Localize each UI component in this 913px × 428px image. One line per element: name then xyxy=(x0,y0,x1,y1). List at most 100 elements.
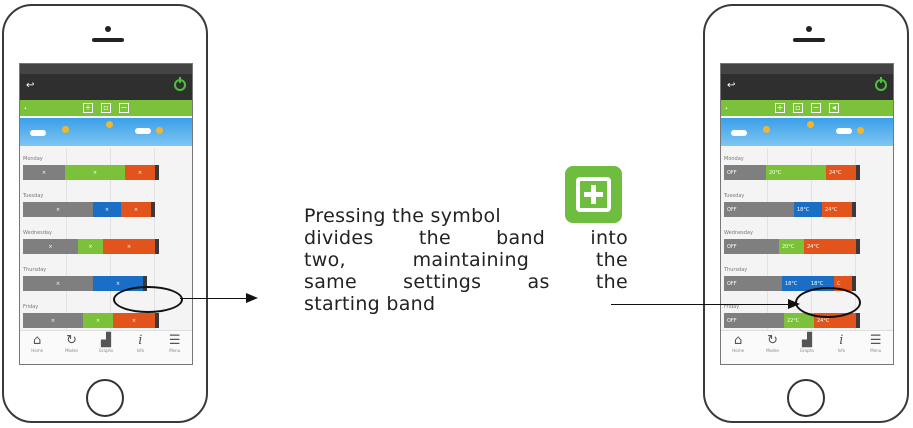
camera xyxy=(806,26,812,32)
minus-button[interactable]: − xyxy=(811,103,821,113)
day-label: Wednesday xyxy=(23,230,52,236)
band-end-handle[interactable] xyxy=(852,276,856,291)
schedule-band[interactable]: OFF 18°C 24°C xyxy=(724,202,890,217)
band-segment[interactable]: OFF xyxy=(724,239,779,254)
band-segment[interactable]: 18°C xyxy=(794,202,822,217)
nav-info[interactable]: i Info xyxy=(827,333,855,354)
nav-menu[interactable]: ☰ Menu xyxy=(862,334,890,354)
square-button[interactable]: ▫ xyxy=(793,103,803,113)
graphs-icon: ▟ xyxy=(801,333,812,348)
nav-modes[interactable]: ↻ Modes xyxy=(759,333,787,354)
camera xyxy=(105,26,111,32)
band-end-handle[interactable] xyxy=(856,165,860,180)
band-segment[interactable]: × xyxy=(103,239,155,254)
square-button[interactable]: ▫ xyxy=(101,103,111,113)
schedule-band[interactable]: OFF 20°C 24°C xyxy=(724,165,890,180)
band-segment[interactable]: OFF xyxy=(724,313,784,328)
sun-icon xyxy=(62,126,69,133)
band-segment[interactable]: × xyxy=(23,313,83,328)
schedule-band[interactable]: × × × xyxy=(23,165,189,180)
power-icon[interactable] xyxy=(875,77,887,91)
nav-info[interactable]: i Info xyxy=(126,334,154,354)
caption-line-4: same settings as the xyxy=(304,271,628,293)
band-segment[interactable]: × xyxy=(23,202,93,217)
home-icon: ⌂ xyxy=(33,333,42,348)
speaker xyxy=(793,38,825,42)
caption-line-3: two, maintaining the xyxy=(304,249,628,271)
cloud-icon xyxy=(135,128,151,134)
nav-menu[interactable]: ☰ Menu xyxy=(161,334,189,354)
back-arrow-icon[interactable]: ↩ xyxy=(26,80,34,91)
band-segment[interactable]: × xyxy=(125,165,155,180)
day-label: Tuesday xyxy=(724,193,745,199)
nav-home[interactable]: ⌂ Home xyxy=(23,333,51,354)
band-segment[interactable]: 24°C xyxy=(822,202,852,217)
band-segment[interactable]: 24°C xyxy=(826,165,856,180)
schedule-band[interactable]: OFF 22°C 24°C xyxy=(724,313,890,328)
band-segment[interactable]: OFF xyxy=(724,202,794,217)
day-label: Monday xyxy=(23,156,43,162)
schedule-band[interactable]: × × × xyxy=(23,313,189,328)
band-segment[interactable]: × xyxy=(23,165,65,180)
band-segment[interactable]: × xyxy=(113,313,155,328)
left-screen: ↩ • + ▫ − Monday × × × Tuesday × × × Wednesday × ×… xyxy=(19,63,193,365)
minus-button[interactable]: − xyxy=(119,103,129,113)
schedule-band[interactable]: OFF 20°C 24°C xyxy=(724,239,890,254)
arrow-line-right xyxy=(180,298,246,299)
status-bar xyxy=(20,64,192,74)
band-segment[interactable]: × xyxy=(23,276,93,291)
nav-modes[interactable]: ↻ Modes xyxy=(58,334,86,354)
band-end-handle[interactable] xyxy=(151,202,155,217)
day-label: Thursday xyxy=(724,267,748,273)
band-segment[interactable]: 20°C xyxy=(766,165,826,180)
band-segment[interactable]: 20°C xyxy=(779,239,804,254)
right-phone: ↩ • + ▫ − ◂ Monday OFF 20°C 24°C Tuesday OFF 1… xyxy=(703,4,909,423)
sun-icon xyxy=(807,121,814,128)
band-segment[interactable]: × xyxy=(121,202,151,217)
nav-graphs[interactable]: ▟ Graphs xyxy=(793,333,821,354)
copy-button[interactable]: ◂ xyxy=(829,103,839,113)
caption-line-5: starting band xyxy=(304,293,436,315)
band-end-handle[interactable] xyxy=(155,239,159,254)
day-row: Wednesday × × × xyxy=(20,224,192,261)
home-button[interactable] xyxy=(787,379,825,417)
band-end-handle[interactable] xyxy=(856,313,860,328)
band-segment[interactable]: 24°C xyxy=(804,239,856,254)
speaker xyxy=(92,38,124,42)
band-segment[interactable]: × xyxy=(78,239,103,254)
info-icon: i xyxy=(839,333,844,348)
sun-icon xyxy=(763,126,770,133)
modes-icon: ↻ xyxy=(767,333,779,348)
bottom-nav: ⌂ Home ↻ Modes ▟ Graphs i Info ☰ Menu xyxy=(721,330,893,364)
nav-graphs[interactable]: ▟ Graphs xyxy=(92,333,120,354)
band-segment[interactable]: OFF xyxy=(724,276,782,291)
band-end-handle[interactable] xyxy=(856,239,860,254)
plus-button[interactable]: + xyxy=(83,103,93,113)
band-segment[interactable]: × xyxy=(23,239,78,254)
highlight-circle-left xyxy=(113,286,183,313)
plus-button[interactable]: + xyxy=(775,103,785,113)
band-segment[interactable]: × xyxy=(83,313,113,328)
schedule-band[interactable]: × × × xyxy=(23,202,189,217)
arrow-line-to-right-phone xyxy=(611,304,797,305)
schedule-band[interactable]: × × × xyxy=(23,239,189,254)
band-segment[interactable]: OFF xyxy=(724,165,766,180)
graphs-icon: ▟ xyxy=(100,333,111,348)
power-icon[interactable] xyxy=(174,77,186,91)
cloud-icon xyxy=(836,128,852,134)
band-end-handle[interactable] xyxy=(155,313,159,328)
schedule-band[interactable]: OFF 18°C 18°C C xyxy=(724,276,890,291)
day-label: Friday xyxy=(23,304,39,310)
home-button[interactable] xyxy=(86,379,124,417)
day-row: Tuesday × × × xyxy=(20,187,192,224)
band-segment[interactable]: × xyxy=(65,165,125,180)
back-arrow-icon[interactable]: ↩ xyxy=(727,80,735,91)
left-phone: ↩ • + ▫ − Monday × × × Tuesday × × × Wednesday × ×… xyxy=(2,4,208,423)
nav-home[interactable]: ⌂ Home xyxy=(724,334,752,354)
band-segment[interactable]: 18°C xyxy=(782,276,808,291)
band-segment[interactable]: × xyxy=(93,202,121,217)
band-end-handle[interactable] xyxy=(155,165,159,180)
band-end-handle[interactable] xyxy=(852,202,856,217)
cloud-icon xyxy=(30,130,46,136)
sun-icon xyxy=(156,127,163,134)
